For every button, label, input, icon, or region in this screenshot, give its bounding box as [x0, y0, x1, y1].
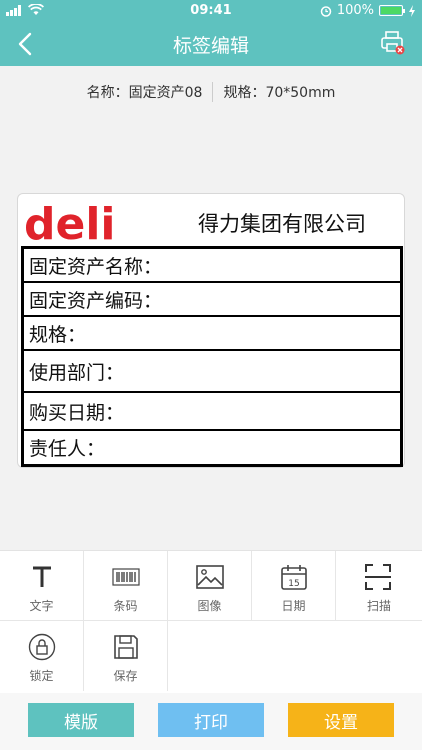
label-row[interactable]: 使用部门：: [24, 351, 400, 393]
tool-date[interactable]: 15 日期: [252, 551, 336, 621]
tool-panel: 文字 条码 图像 15 日期 扫描 锁定 保存: [0, 550, 422, 693]
tool-lock[interactable]: 锁定: [0, 621, 84, 691]
barcode-icon: [112, 568, 140, 586]
action-bar: 模版 打印 设置: [0, 693, 422, 750]
printer-disconnected-icon[interactable]: [380, 30, 406, 56]
lock-icon: [28, 633, 56, 661]
tool-save[interactable]: 保存: [84, 621, 168, 691]
battery-icon: [379, 5, 405, 16]
label-size: 规格：70*50mm: [223, 85, 336, 101]
template-button[interactable]: 模版: [28, 703, 134, 737]
alarm-icon: [320, 5, 332, 17]
label-row[interactable]: 责任人：: [24, 431, 400, 464]
tool-barcode[interactable]: 条码: [84, 551, 168, 621]
tool-label: 条码: [113, 599, 138, 613]
divider: [212, 82, 214, 102]
label-row[interactable]: 固定资产编码：: [24, 283, 400, 317]
svg-text:15: 15: [288, 579, 299, 589]
tool-scan[interactable]: 扫描: [336, 551, 422, 621]
scan-icon: [365, 564, 391, 590]
print-button[interactable]: 打印: [158, 703, 264, 737]
charging-icon: [409, 4, 415, 17]
tool-text[interactable]: 文字: [0, 551, 84, 621]
settings-button[interactable]: 设置: [288, 703, 394, 737]
label-row[interactable]: 购买日期：: [24, 393, 400, 431]
label-info: 名称：固定资产08 规格：70*50mm: [0, 80, 422, 104]
label-preview[interactable]: deli 得力集团有限公司 固定资产名称： 固定资产编码： 规格： 使用部门： …: [17, 193, 405, 468]
tool-label: 文字: [29, 599, 54, 613]
page-title: 标签编辑: [172, 35, 249, 57]
battery-percent: 100%: [336, 3, 374, 18]
label-row[interactable]: 规格：: [24, 317, 400, 351]
tool-image[interactable]: 图像: [168, 551, 252, 621]
tool-label: 扫描: [366, 599, 391, 613]
text-icon: [33, 566, 51, 587]
svg-text:deli: deli: [24, 201, 116, 245]
tool-label: 图像: [197, 599, 222, 613]
tool-label: 日期: [281, 599, 306, 613]
calendar-icon: 15: [281, 565, 307, 590]
label-table[interactable]: 固定资产名称： 固定资产编码： 规格： 使用部门： 购买日期： 责任人：: [21, 246, 403, 467]
label-name: 名称：固定资产08: [86, 85, 203, 101]
image-icon: [196, 565, 224, 589]
tool-label: 保存: [113, 669, 138, 683]
status-bar: 09:41 100%: [0, 0, 422, 22]
nav-bar: 标签编辑: [0, 22, 422, 66]
tool-label: 锁定: [29, 669, 54, 683]
company-name[interactable]: 得力集团有限公司: [198, 208, 366, 238]
label-row[interactable]: 固定资产名称：: [24, 249, 400, 283]
save-icon: [114, 635, 138, 659]
deli-logo[interactable]: deli: [24, 201, 148, 245]
